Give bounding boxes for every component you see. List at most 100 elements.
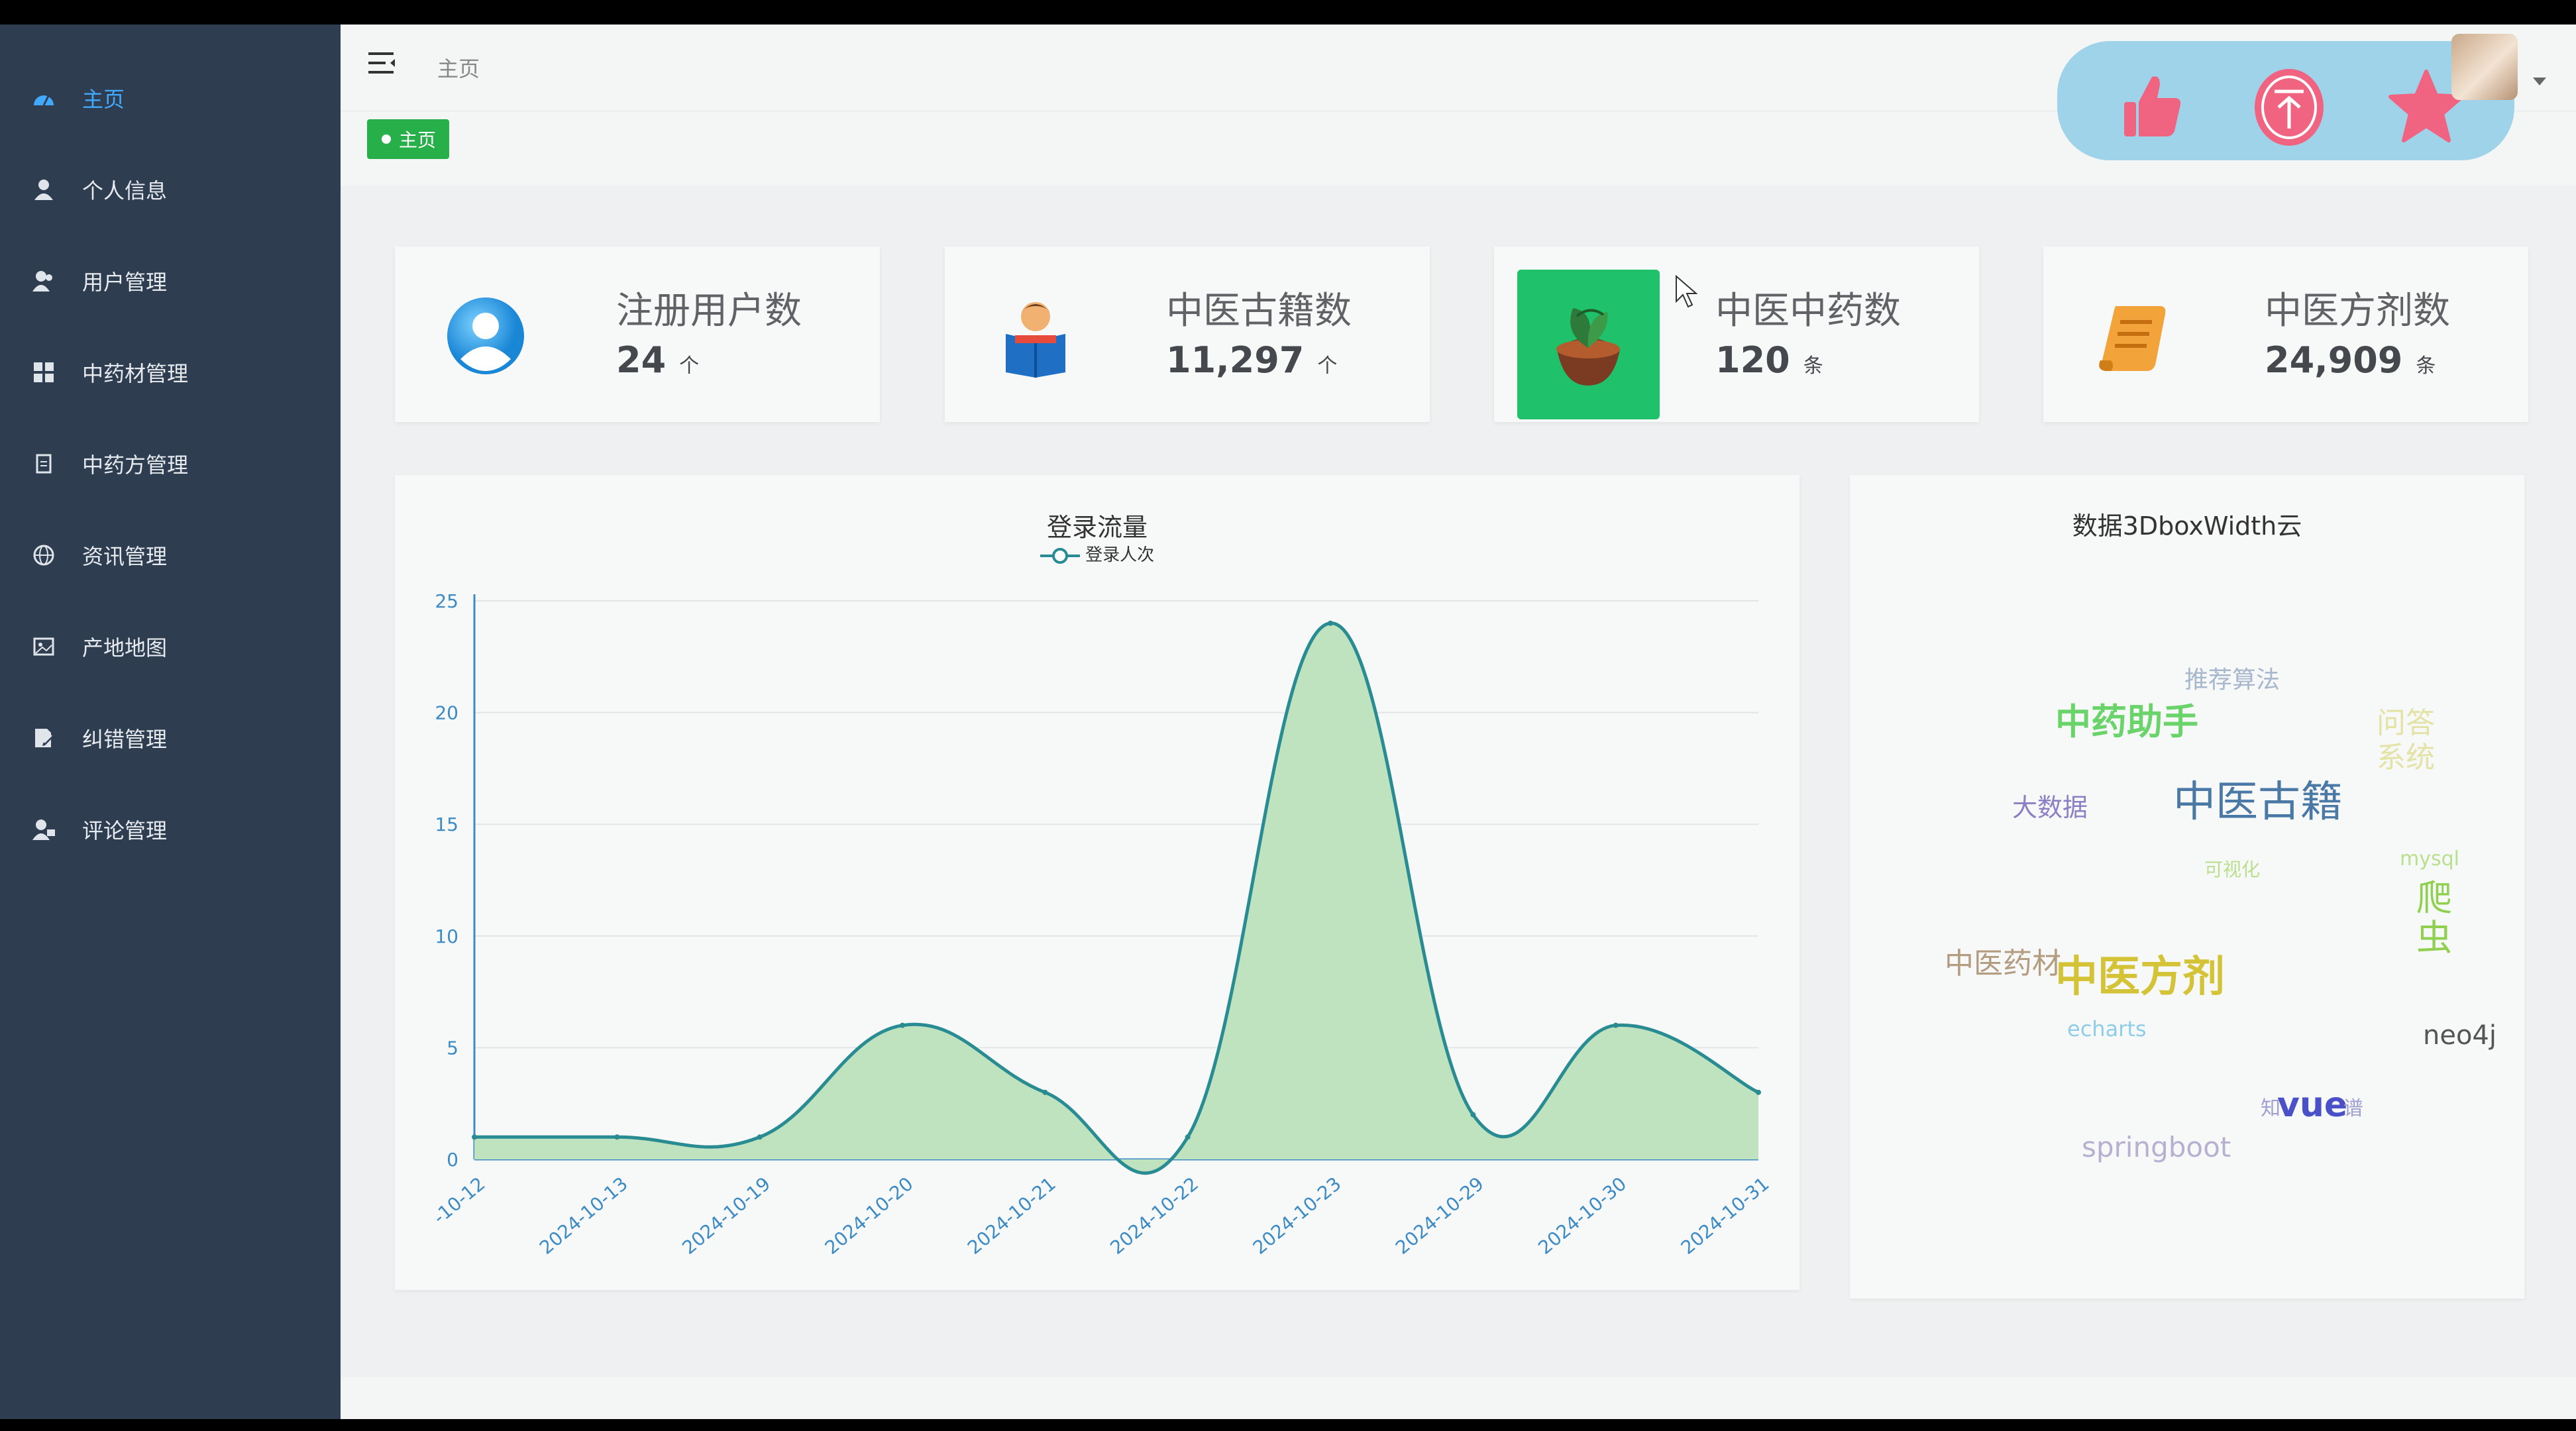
app-window: 主页 个人信息 用户管理 中药材管理 中药方管理 资讯管理 产地地图 纠错管理 … [0, 25, 2576, 1419]
x-tick-label: 2024-10-19 [678, 1173, 775, 1259]
sidebar-item-label: 评论管理 [82, 818, 168, 843]
y-tick-label: 10 [435, 926, 458, 947]
footer-bar [341, 1377, 2576, 1419]
cloud-word: 爬 [2416, 877, 2452, 919]
cloud-word: 中药助手 [2055, 701, 2198, 743]
cloud-word: 谱 [2343, 1097, 2363, 1120]
tab-label: 主页 [399, 129, 437, 151]
sidebar-item-corrections[interactable]: 纠错管理 [0, 692, 341, 784]
sidebar-item-label: 资讯管理 [82, 544, 168, 569]
x-tick-label: 2024-10-29 [1391, 1173, 1488, 1259]
breadcrumb[interactable]: 主页 [437, 52, 480, 83]
data-point [900, 1022, 905, 1028]
data-point [1185, 1134, 1191, 1140]
stat-title: 中医古籍数 [1166, 290, 1352, 333]
cloud-word: 问答 [2377, 706, 2435, 740]
sidebar-item-map[interactable]: 产地地图 [0, 601, 341, 692]
sidebar-item-label: 用户管理 [82, 270, 168, 295]
sidebar-item-label: 个人信息 [82, 178, 168, 203]
sidebar-item-herbs[interactable]: 中药材管理 [0, 327, 341, 418]
stat-title: 注册用户数 [616, 290, 802, 333]
stat-value: 24 个 [616, 339, 700, 381]
stat-title: 中医中药数 [1715, 290, 1901, 333]
sidebar: 主页 个人信息 用户管理 中药材管理 中药方管理 资讯管理 产地地图 纠错管理 … [0, 25, 341, 1419]
sidebar-item-news[interactable]: 资讯管理 [0, 509, 341, 601]
chevron-down-icon[interactable] [2533, 78, 2546, 85]
cloud-word: 大数据 [2012, 793, 2088, 822]
data-point [614, 1134, 620, 1140]
back-to-top-icon[interactable] [2249, 68, 2329, 147]
x-tick-label: 2024-10-21 [963, 1173, 1060, 1259]
cloud-word: 虫 [2416, 917, 2452, 959]
data-point [1756, 1089, 1761, 1095]
dashboard-icon [32, 86, 56, 110]
sidebar-item-label: 纠错管理 [82, 727, 168, 752]
cloud-word: mysql [2400, 847, 2459, 871]
users-icon [32, 269, 56, 293]
sidebar-item-label: 中药方管理 [82, 452, 189, 478]
sidebar-item-prescriptions[interactable]: 中药方管理 [0, 418, 341, 509]
data-point [1328, 620, 1333, 626]
scroll-icon [2091, 293, 2177, 379]
stat-unit: 条 [2416, 354, 2436, 378]
y-tick-label: 20 [435, 702, 458, 724]
reading-book-icon [993, 293, 1079, 379]
sidebar-item-profile[interactable]: 个人信息 [0, 144, 341, 235]
stat-card-herbs: 中医中药数 120 条 [1494, 246, 1979, 422]
x-tick-label: 2024-10-30 [1534, 1173, 1631, 1259]
cloud-word: 中医方剂 [2055, 953, 2225, 1002]
stat-value: 120 条 [1715, 339, 1823, 381]
floating-action-bar [2057, 41, 2514, 160]
data-point [1613, 1022, 1619, 1028]
sidebar-item-comments[interactable]: 评论管理 [0, 784, 341, 875]
stat-unit: 个 [679, 354, 700, 378]
edit-icon [32, 726, 56, 750]
cloud-word: vue [2277, 1085, 2348, 1125]
data-point [757, 1134, 763, 1140]
stat-title: 中医方剂数 [2265, 290, 2450, 333]
stat-unit: 条 [1803, 354, 1823, 378]
user-icon [32, 178, 56, 201]
stat-card-prescriptions: 中医方剂数 24,909 条 [2043, 246, 2528, 422]
stat-card-users: 注册用户数 24 个 [395, 246, 880, 422]
y-tick-label: 5 [447, 1037, 458, 1059]
herb-bowl-icon [1517, 270, 1660, 419]
stat-unit: 个 [1317, 354, 1338, 378]
series-area [474, 623, 1758, 1173]
sidebar-item-label: 中药材管理 [82, 361, 189, 386]
chart-canvas: 0 5 10 15 20 25 -10-12 2024-10-13 2024-10-19 2024… [429, 590, 1773, 1259]
cloud-word: 中医古籍 [2173, 778, 2343, 827]
x-tick-label: 2024-10-13 [535, 1173, 632, 1259]
cloud-word: echarts [2067, 1016, 2147, 1041]
sidebar-item-home[interactable]: 主页 [0, 52, 341, 144]
y-tick-label: 15 [435, 814, 458, 835]
menu-toggle-icon[interactable] [368, 51, 396, 75]
x-tick-label: 2024-10-23 [1249, 1173, 1346, 1259]
cloud-word: 可视化 [2204, 859, 2261, 880]
mouse-cursor-icon [1675, 274, 1698, 312]
stat-value: 24,909 条 [2265, 339, 2436, 381]
grid-icon [32, 360, 56, 384]
map-icon [32, 635, 56, 659]
file-icon [32, 452, 56, 476]
thumbs-up-icon[interactable] [2114, 68, 2193, 147]
globe-icon [32, 543, 56, 567]
stat-card-books: 中医古籍数 11,297 个 [945, 246, 1430, 422]
login-traffic-chart-panel: 登录流量 登录人次 0 5 10 15 20 25 -10-12 2024-10-13 2024… [395, 475, 1799, 1290]
tab-home[interactable]: 主页 [367, 119, 450, 159]
y-tick-label: 25 [435, 590, 458, 612]
word-cloud-panel: 数据3DboxWidth云 推荐算法 中药助手 问答 系统 大数据 中医古籍 m… [1850, 475, 2524, 1298]
active-dot-icon [382, 134, 391, 144]
cloud-word: springboot [2082, 1131, 2231, 1163]
data-point [472, 1134, 477, 1140]
sidebar-item-label: 产地地图 [82, 635, 168, 661]
cloud-word: 中医药材 [1945, 947, 2061, 980]
x-tick-label: -10-12 [429, 1173, 489, 1228]
y-tick-label: 0 [447, 1149, 458, 1171]
cloud-word: 系统 [2377, 741, 2435, 774]
cloud-title: 数据3DboxWidth云 [2072, 511, 2302, 541]
x-tick-label: 2024-10-20 [821, 1173, 918, 1259]
avatar[interactable] [2451, 34, 2518, 100]
sidebar-item-users[interactable]: 用户管理 [0, 235, 341, 327]
sidebar-item-label: 主页 [82, 87, 125, 112]
